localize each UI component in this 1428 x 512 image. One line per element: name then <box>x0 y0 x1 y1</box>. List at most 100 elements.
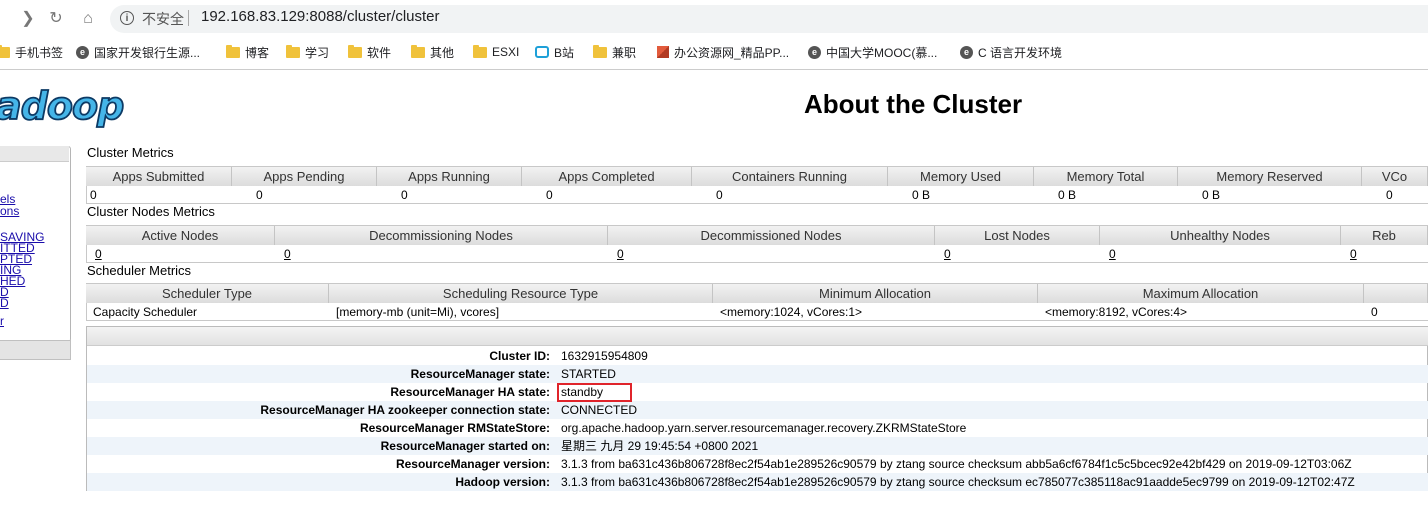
scheduler-metrics-header: Scheduler Type Scheduling Resource Type Mi… <box>86 283 1428 304</box>
cluster_metrics-cell: 0 <box>256 188 263 202</box>
cluster_nodes_metrics-cell[interactable]: 0 <box>617 245 624 263</box>
scheduler_metrics-col-header[interactable]: Scheduling Resource Type <box>329 284 713 303</box>
bookmark-item[interactable]: 软件 <box>348 44 391 60</box>
cluster_nodes_metrics-cell[interactable]: 0 <box>284 245 291 263</box>
forward-icon[interactable]: ❯ <box>18 9 38 29</box>
cluster_nodes_metrics-col-header[interactable]: Decommissioning Nodes <box>275 226 608 245</box>
nav-link[interactable]: r <box>0 315 4 327</box>
cluster-info-row: ResourceManager HA state: standby <box>87 383 1428 401</box>
cluster_nodes_metrics-cell[interactable]: 0 <box>1109 245 1116 263</box>
cluster-info-key: Cluster ID: <box>489 349 550 363</box>
scheduler-metrics-row: Capacity Scheduler [memory-mb (unit=Mi), … <box>86 303 1428 321</box>
cluster-info-value: 1632915954809 <box>561 349 648 363</box>
cluster_nodes_metrics-col-header[interactable]: Reb <box>1341 226 1428 245</box>
folder-icon <box>593 44 607 58</box>
cluster-info-key: ResourceManager RMStateStore: <box>359 421 550 435</box>
home-icon[interactable]: ⌂ <box>78 9 98 29</box>
cluster-info-row: ResourceManager state: STARTED <box>87 365 1428 383</box>
url-text[interactable]: 192.168.83.129:8088/cluster/cluster <box>201 8 440 25</box>
cluster_metrics-col-header[interactable]: Apps Submitted <box>86 167 232 186</box>
cluster_metrics-col-header[interactable]: Containers Running <box>692 167 888 186</box>
cluster-info-value: org.apache.hadoop.yarn.server.resourcema… <box>561 421 967 435</box>
bookmark-item[interactable]: 博客 <box>226 44 269 60</box>
scheduler_metrics-cell: <memory:1024, vCores:1> <box>720 305 863 319</box>
cluster_metrics-cell: 0 <box>1386 188 1393 202</box>
scheduler_metrics-col-header[interactable] <box>1364 284 1428 303</box>
cluster_metrics-cell: 0 <box>401 188 408 202</box>
cluster_metrics-cell: 0 <box>716 188 723 202</box>
bookmark-item[interactable]: e 中国大学MOOC(慕... <box>808 44 937 60</box>
bookmark-label: B站 <box>554 45 575 60</box>
bookmark-label: C 语言开发环境 <box>978 45 1063 60</box>
cluster-metrics-title: Cluster Metrics <box>87 145 174 160</box>
cluster-info-key: ResourceManager state: <box>410 367 550 381</box>
cluster-metrics-header: Apps Submitted Apps Pending Apps Running Ap… <box>86 166 1428 187</box>
bookmark-item[interactable]: B站 <box>535 44 574 60</box>
cluster-nodes-metrics-row: 0 0 0 0 0 0 <box>86 245 1428 263</box>
nav-link[interactable]: D <box>0 297 9 309</box>
cluster-info-key: ResourceManager HA zookeeper connection … <box>260 403 550 417</box>
bookmark-label: 软件 <box>367 45 392 60</box>
cluster_nodes_metrics-cell[interactable]: 0 <box>95 245 102 263</box>
bookmark-item[interactable]: 兼职 <box>593 44 636 60</box>
reload-icon[interactable]: ↻ <box>46 9 66 29</box>
cluster_metrics-col-header[interactable]: VCo <box>1362 167 1428 186</box>
cluster_nodes_metrics-col-header[interactable]: Active Nodes <box>86 226 275 245</box>
bookmark-item[interactable]: e C 语言开发环境 <box>960 44 1062 60</box>
cluster-info-header <box>87 327 1428 346</box>
cluster-info-value: 3.1.3 from ba631c436b806728f8ec2f54ab1e2… <box>561 457 1352 471</box>
bookmark-item[interactable]: 学习 <box>286 44 329 60</box>
scheduler_metrics-col-header[interactable]: Maximum Allocation <box>1038 284 1364 303</box>
scheduler_metrics-col-header[interactable]: Minimum Allocation <box>713 284 1038 303</box>
bookmark-item[interactable]: 办公资源网_精品PP... <box>657 44 789 60</box>
cluster_nodes_metrics-cell[interactable]: 0 <box>944 245 951 263</box>
bookmark-item[interactable]: e 国家开发银行生源... <box>76 44 200 60</box>
scheduler-metrics-title: Scheduler Metrics <box>87 263 192 278</box>
folder-icon <box>286 44 300 58</box>
scheduler_metrics-col-header[interactable]: Scheduler Type <box>86 284 329 303</box>
info-icon[interactable]: i <box>120 11 134 25</box>
cluster-info-row: ResourceManager version: 3.1.3 from ba631… <box>87 455 1428 473</box>
bookmark-label: 国家开发银行生源... <box>94 45 201 60</box>
cluster-info-key: ResourceManager HA state: <box>390 385 550 399</box>
cluster_nodes_metrics-col-header[interactable]: Lost Nodes <box>935 226 1100 245</box>
cluster_metrics-cell: 0 B <box>912 188 931 202</box>
bookmark-item[interactable]: 其他 <box>411 44 454 60</box>
cluster_metrics-cell: 0 <box>546 188 553 202</box>
cluster_metrics-cell: 0 B <box>1058 188 1077 202</box>
cluster_metrics-col-header[interactable]: Apps Completed <box>522 167 692 186</box>
cluster-info-row: Hadoop version: 3.1.3 from ba631c436b8067… <box>87 473 1428 491</box>
scheduler_metrics-cell: 0 <box>1371 305 1378 319</box>
bilibili-icon <box>535 46 549 58</box>
scheduler_metrics-cell: [memory-mb (unit=Mi), vcores] <box>336 305 500 319</box>
cluster-info-row: ResourceManager started on: 星期三 九月 29 19:… <box>87 437 1428 455</box>
bookmark-label: 其他 <box>430 45 455 60</box>
site-icon: e <box>960 45 973 59</box>
bookmark-item[interactable]: 手机书签 <box>0 44 63 60</box>
omnibox-divider <box>188 10 189 26</box>
bookmark-label: 手机书签 <box>15 45 64 60</box>
left-nav-tools-header[interactable] <box>0 340 71 360</box>
cluster-info-value: CONNECTED <box>561 403 638 417</box>
highlight-box <box>557 383 632 402</box>
cluster-info-value: 星期三 九月 29 19:45:54 +0800 2021 <box>561 439 759 453</box>
hadoop-logo[interactable]: hadoop <box>0 85 125 127</box>
cluster_metrics-col-header[interactable]: Memory Reserved <box>1178 167 1362 186</box>
cluster_nodes_metrics-col-header[interactable]: Unhealthy Nodes <box>1100 226 1341 245</box>
insecure-label[interactable]: 不安全 <box>142 9 184 29</box>
scheduler_metrics-cell: Capacity Scheduler <box>93 305 198 319</box>
cluster_metrics-col-header[interactable]: Apps Pending <box>232 167 377 186</box>
cluster-info-key: ResourceManager version: <box>395 457 550 471</box>
cluster-info-key: ResourceManager started on: <box>380 439 550 453</box>
cluster_metrics-col-header[interactable]: Memory Total <box>1034 167 1178 186</box>
cluster_nodes_metrics-col-header[interactable]: Decommissioned Nodes <box>608 226 935 245</box>
cluster_metrics-col-header[interactable]: Memory Used <box>888 167 1034 186</box>
cluster-nodes-metrics-title: Cluster Nodes Metrics <box>87 204 215 219</box>
bookmark-item[interactable]: ESXI <box>473 44 519 60</box>
cluster_metrics-col-header[interactable]: Apps Running <box>377 167 522 186</box>
cluster-info-row: ResourceManager HA zookeeper connection … <box>87 401 1428 419</box>
cluster_metrics-cell: 0 <box>90 188 97 202</box>
nav-link[interactable]: ons <box>0 205 19 217</box>
left-nav-header[interactable] <box>0 146 69 162</box>
cluster_nodes_metrics-cell[interactable]: 0 <box>1350 245 1357 263</box>
